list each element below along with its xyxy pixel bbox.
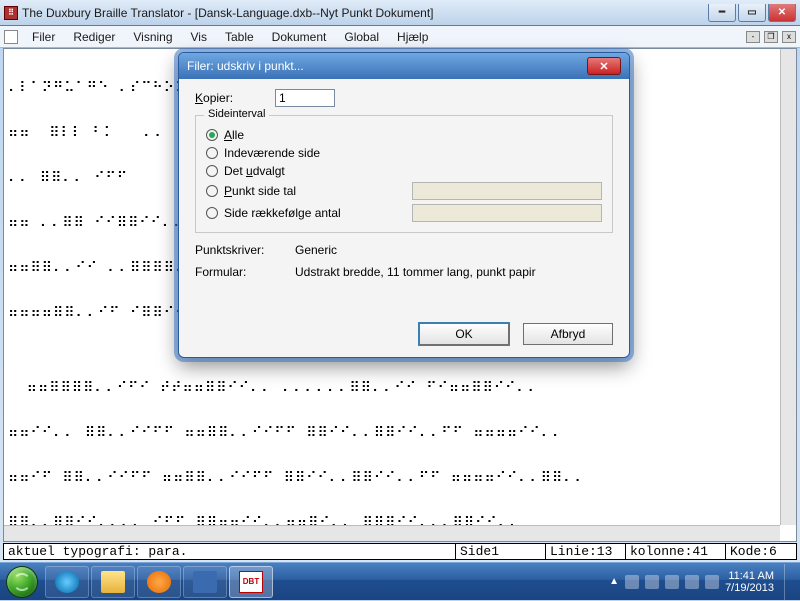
tray-clock[interactable]: 11:41 AM 7/19/2013 xyxy=(725,570,774,594)
mdi-close-icon[interactable]: x xyxy=(782,31,796,43)
tray-time: 11:41 AM xyxy=(725,570,774,582)
status-line: Linie:13 xyxy=(546,544,626,559)
menubar: Filer Rediger Visning Vis Table Dokument… xyxy=(0,26,800,48)
tray-network-icon[interactable] xyxy=(645,575,659,589)
ie-icon xyxy=(55,571,79,593)
tray-volume-icon[interactable] xyxy=(685,575,699,589)
status-code: Kode:6 xyxy=(726,544,796,559)
printer-value: Generic xyxy=(295,243,337,257)
tray-vm-icon[interactable] xyxy=(665,575,679,589)
page-sequence-field xyxy=(412,204,602,222)
radio-page-number[interactable]: Punkt side tal xyxy=(206,182,602,200)
radio-all[interactable]: Alle xyxy=(206,128,602,142)
media-icon xyxy=(147,571,171,593)
menu-rediger[interactable]: Rediger xyxy=(65,28,123,46)
app-titlebar: ⠿ The Duxbury Braille Translator - [Dans… xyxy=(0,0,800,26)
braille-row: ⠶⠶⠊⠋ ⠿⠿⠄⠄⠊⠊⠋⠋ ⠶⠶⠿⠿⠄⠄⠊⠊⠋⠋ ⠿⠿⠊⠊⠄⠄⠿⠿⠊⠊⠄⠄⠋⠋ … xyxy=(8,472,792,487)
braille-row: ⠶⠶⠿⠿⠿⠿⠄⠄⠊⠋⠊ ⠞⠞⠶⠶⠿⠿⠊⠊⠄⠄ ⠄⠄⠄⠄⠄⠄⠿⠿⠄⠄⠊⠊ ⠋⠊⠶⠶… xyxy=(8,382,792,397)
radio-current-page[interactable]: Indeværende side xyxy=(206,146,602,160)
window-controls: ━ ▭ ✕ xyxy=(708,4,796,22)
menu-global[interactable]: Global xyxy=(336,28,387,46)
tray-chevron-icon[interactable]: ▲ xyxy=(609,576,619,587)
mdi-restore-icon[interactable]: ❐ xyxy=(764,31,778,43)
page-number-field xyxy=(412,182,602,200)
close-button[interactable]: ✕ xyxy=(768,4,796,22)
system-tray: ▲ 11:41 AM 7/19/2013 xyxy=(609,564,800,600)
show-desktop-button[interactable] xyxy=(784,564,794,600)
radio-page-sequence[interactable]: Side rækkefølge antal xyxy=(206,204,602,222)
form-value: Udstrakt bredde, 11 tommer lang, punkt p… xyxy=(295,265,536,279)
page-range-group: Sideinterval Alle Indeværende side Det u… xyxy=(195,115,613,233)
maximize-button[interactable]: ▭ xyxy=(738,4,766,22)
task-ie[interactable] xyxy=(45,566,89,598)
status-page: Side1 xyxy=(456,544,546,559)
status-style: aktuel typografi: para. xyxy=(4,544,456,559)
radio-icon xyxy=(206,207,218,219)
dbt-icon: DBT xyxy=(239,571,263,593)
dialog-close-button[interactable]: ✕ xyxy=(587,57,621,75)
status-column: kolonne:41 xyxy=(626,544,726,559)
print-dialog: Filer: udskriv i punkt... ✕ Kopier: Side… xyxy=(178,52,630,358)
folder-icon xyxy=(101,571,125,593)
menu-visning[interactable]: Visning xyxy=(125,28,180,46)
start-button[interactable] xyxy=(0,563,44,601)
tray-flag-icon[interactable] xyxy=(625,575,639,589)
radio-selection[interactable]: Det udvalgt xyxy=(206,164,602,178)
status-bar: aktuel typografi: para. Side1 Linie:13 k… xyxy=(3,543,797,560)
horizontal-scrollbar[interactable] xyxy=(4,525,780,541)
task-explorer[interactable] xyxy=(91,566,135,598)
taskbar: DBT ▲ 11:41 AM 7/19/2013 xyxy=(0,562,800,600)
braille-row: ⠶⠶⠊⠊⠄⠄ ⠿⠿⠄⠄⠊⠊⠋⠋ ⠶⠶⠿⠿⠄⠄⠊⠊⠋⠋ ⠿⠿⠊⠊⠄⠄⠿⠿⠊⠊⠄⠄⠋… xyxy=(8,427,792,442)
document-icon xyxy=(4,30,18,44)
mdi-minimize-icon[interactable]: - xyxy=(746,31,760,43)
copies-input[interactable] xyxy=(275,89,335,107)
app-icon xyxy=(193,571,217,593)
tray-power-icon[interactable] xyxy=(705,575,719,589)
minimize-button[interactable]: ━ xyxy=(708,4,736,22)
dialog-titlebar: Filer: udskriv i punkt... ✕ xyxy=(179,53,629,79)
app-icon: ⠿ xyxy=(4,6,18,20)
app-title: The Duxbury Braille Translator - [Dansk-… xyxy=(22,6,708,20)
printer-label: Punktskriver: xyxy=(195,243,295,257)
radio-icon xyxy=(206,165,218,177)
vertical-scrollbar[interactable] xyxy=(780,49,796,525)
task-media[interactable] xyxy=(137,566,181,598)
radio-icon xyxy=(206,129,218,141)
start-orb-icon xyxy=(6,566,38,598)
dialog-title: Filer: udskriv i punkt... xyxy=(187,59,587,73)
cancel-button[interactable]: Afbryd xyxy=(523,323,613,345)
tray-date: 7/19/2013 xyxy=(725,582,774,594)
menu-hjaelp[interactable]: Hjælp xyxy=(389,28,436,46)
menu-filer[interactable]: Filer xyxy=(24,28,63,46)
menu-table[interactable]: Table xyxy=(217,28,262,46)
ok-button[interactable]: OK xyxy=(419,323,509,345)
menu-dokument[interactable]: Dokument xyxy=(264,28,335,46)
group-legend: Sideinterval xyxy=(204,108,269,120)
menu-vis[interactable]: Vis xyxy=(183,28,215,46)
radio-label: Indeværende side xyxy=(224,146,320,160)
task-dbt[interactable]: DBT xyxy=(229,566,273,598)
radio-label: Side rækkefølge antal xyxy=(224,206,341,220)
radio-icon xyxy=(206,147,218,159)
form-label: Formular: xyxy=(195,265,295,279)
task-unknown[interactable] xyxy=(183,566,227,598)
radio-icon xyxy=(206,185,218,197)
copies-label: Kopier: xyxy=(195,91,275,105)
